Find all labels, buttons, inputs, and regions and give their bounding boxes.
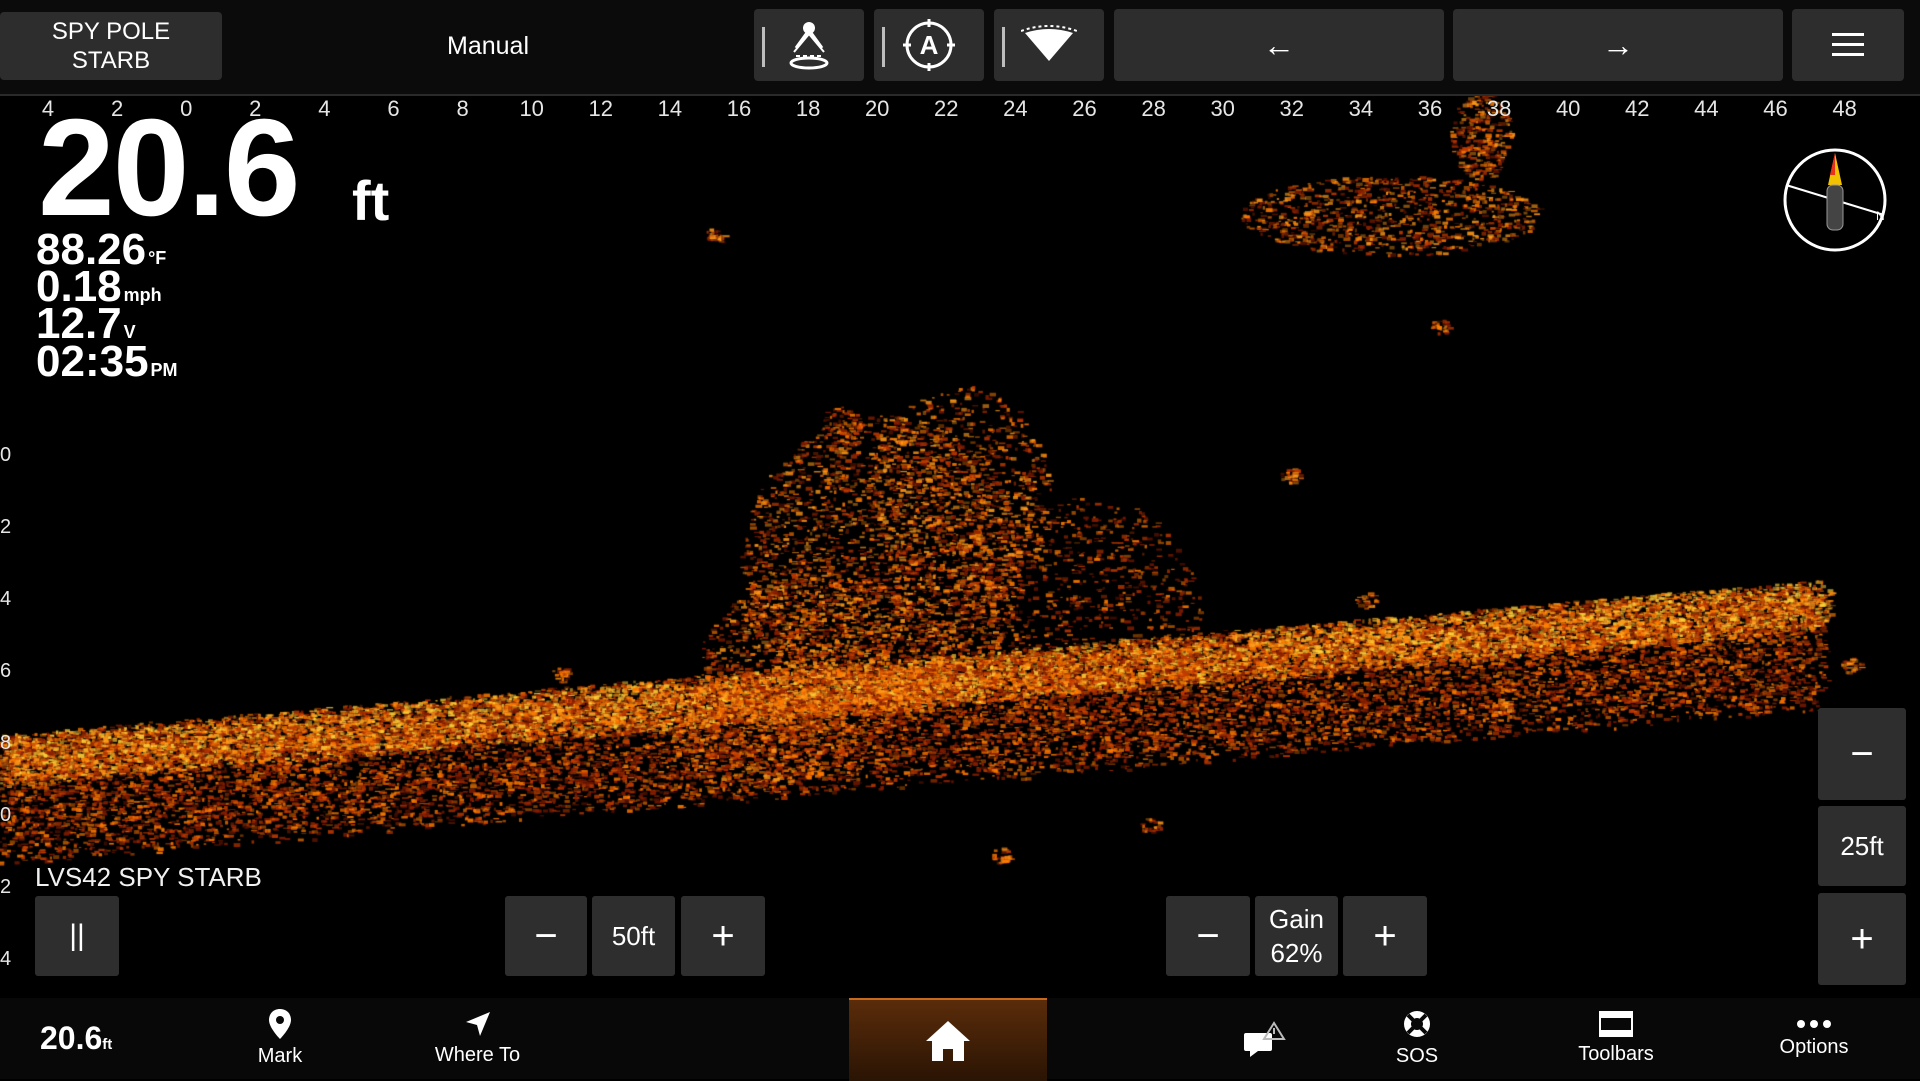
gain-value[interactable]: Gain 62% <box>1255 896 1338 976</box>
range-tick-label: 12 <box>588 96 614 121</box>
depth-tick-label: 0 <box>0 804 12 826</box>
range-tick-label: 18 <box>795 96 821 121</box>
nav-sos-label: SOS <box>1395 1045 1439 1067</box>
range-tick-label: 10 <box>519 96 544 121</box>
range-tick-label: 22 <box>934 96 959 121</box>
toolbars-icon <box>1599 1011 1633 1037</box>
range-tick-label: 34 <box>1348 96 1374 121</box>
nav-options[interactable]: Options <box>1760 998 1868 1079</box>
range-tick-label: 4 <box>318 96 331 121</box>
range-tick-label: 46 <box>1763 96 1788 121</box>
nav-toolbars-label: Toolbars <box>1578 1043 1654 1065</box>
nav-sos[interactable]: SOS <box>1367 998 1467 1079</box>
bottom-depth-readout: 20.6ft <box>40 1020 112 1057</box>
nav-where-to-label: Where To <box>434 1044 521 1066</box>
beam-button[interactable] <box>994 9 1104 81</box>
svg-text:N: N <box>1876 209 1885 223</box>
top-toolbar: SPY POLE STARB Manual A ← → <box>0 0 1920 96</box>
depth-readout: 20.6 <box>38 91 301 245</box>
zoom-in-button[interactable]: + <box>1818 893 1906 985</box>
mode-button[interactable]: Manual <box>222 12 754 80</box>
range-tick-label: 8 <box>456 96 469 121</box>
range-plus-button[interactable]: + <box>681 896 765 976</box>
nav-where-to[interactable]: Where To <box>420 998 535 1079</box>
depth-tick-label: 4 <box>0 588 12 610</box>
gain-plus-button[interactable]: + <box>1343 896 1427 976</box>
transducer-label: LVS42 SPY STARB <box>35 862 262 892</box>
time-suffix: PM <box>150 360 178 380</box>
depth-tick-label: 2 <box>0 876 12 898</box>
separator <box>882 27 885 67</box>
nav-messages[interactable] <box>1225 998 1305 1079</box>
range-tick-label: 44 <box>1694 96 1719 121</box>
gain-label: Gain <box>1269 904 1324 934</box>
compass-icon[interactable]: N <box>1780 145 1890 255</box>
range-tick-label: 42 <box>1625 96 1650 121</box>
pan-left-button[interactable]: ← <box>1114 9 1444 81</box>
range-tick-label: 6 <box>387 96 400 121</box>
message-alert-icon <box>1244 1020 1286 1057</box>
navigation-arrow-icon <box>465 1012 490 1036</box>
auto-mode-icon: A <box>903 19 955 71</box>
time-readout: 02:35 PM <box>36 340 178 392</box>
range-value[interactable]: 50ft <box>592 896 675 976</box>
range-tick-label: 30 <box>1210 96 1235 121</box>
menu-button[interactable] <box>1792 9 1904 81</box>
bottom-depth-unit: ft <box>102 1036 113 1053</box>
range-tick-label: 32 <box>1279 96 1305 121</box>
more-dots-icon <box>1797 1020 1831 1028</box>
range-tick-label: 24 <box>1003 96 1028 121</box>
range-value-text: 50ft <box>611 921 656 951</box>
beam-cone-icon <box>1021 25 1077 61</box>
svg-text:A: A <box>920 30 939 60</box>
home-icon <box>926 1020 970 1061</box>
nav-mark[interactable]: Mark <box>230 998 330 1079</box>
range-tick-label: 14 <box>657 96 683 121</box>
source-line2: STARB <box>71 47 151 74</box>
range-tick-label: 26 <box>1072 96 1097 121</box>
range-tick-label: 16 <box>726 96 752 121</box>
gain-percent: 62% <box>1270 938 1323 968</box>
separator <box>1002 27 1005 67</box>
zoom-value: 25ft <box>1818 806 1906 886</box>
depth-tick-label: 8 <box>0 732 12 754</box>
pause-button[interactable]: || <box>35 896 119 976</box>
depth-tick-label: 6 <box>0 660 12 682</box>
source-line1: SPY POLE <box>51 18 171 45</box>
range-tick-label: 28 <box>1141 96 1166 121</box>
time-value: 02:35 <box>36 337 149 386</box>
range-tick-label: 20 <box>864 96 890 121</box>
perspective-forward-icon <box>789 22 829 70</box>
pan-right-button[interactable]: → <box>1453 9 1783 81</box>
bottom-depth-value: 20.6 <box>40 1020 103 1056</box>
nav-options-label: Options <box>1779 1036 1849 1058</box>
depth-tick-label: 0 <box>0 444 12 466</box>
location-pin-icon <box>269 1009 291 1039</box>
nav-home[interactable] <box>849 998 1047 1081</box>
perspective-button[interactable] <box>754 9 864 81</box>
nav-toolbars[interactable]: Toolbars <box>1560 998 1672 1079</box>
zoom-out-button[interactable]: − <box>1818 708 1906 800</box>
lifebuoy-icon <box>1404 1011 1430 1037</box>
range-tick-label: 38 <box>1486 96 1512 121</box>
zoom-value-text: 25ft <box>1840 831 1884 861</box>
separator <box>762 27 765 67</box>
sonar-source-button[interactable]: SPY POLE STARB <box>0 12 222 80</box>
depth-tick-label: 2 <box>0 516 12 538</box>
gain-minus-button[interactable]: − <box>1166 896 1250 976</box>
hamburger-menu-icon <box>1832 33 1864 56</box>
bottom-nav-bar: 20.6ft Mark Where To SOS Toolbars Option… <box>0 998 1920 1081</box>
range-tick-label: 36 <box>1417 96 1443 121</box>
depth-tick-label: 4 <box>0 948 12 970</box>
range-minus-button[interactable]: − <box>505 896 587 976</box>
depth-unit: ft <box>352 169 390 232</box>
range-tick-label: 40 <box>1555 96 1581 121</box>
nav-mark-label: Mark <box>257 1045 303 1067</box>
range-tick-label: 48 <box>1832 96 1857 121</box>
auto-mode-button[interactable]: A <box>874 9 984 81</box>
